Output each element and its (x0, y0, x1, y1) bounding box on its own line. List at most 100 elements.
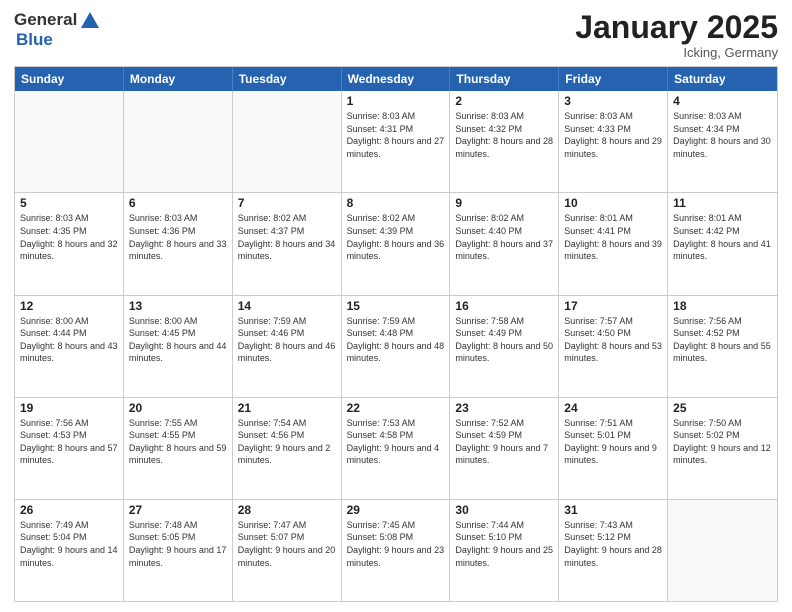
cell-sunset: Sunset: 4:55 PM (129, 429, 227, 442)
col-thursday: Thursday (450, 67, 559, 91)
day-number: 30 (455, 503, 553, 517)
day-number: 10 (564, 196, 662, 210)
day-cell-14: 14 Sunrise: 7:59 AM Sunset: 4:46 PM Dayl… (233, 296, 342, 397)
header: General Blue January 2025 Icking, German… (14, 10, 778, 60)
day-number: 7 (238, 196, 336, 210)
cell-sunrise: Sunrise: 8:03 AM (129, 212, 227, 225)
cell-sunrise: Sunrise: 8:03 AM (455, 110, 553, 123)
cell-daylight-label: Daylight: 9 hours and 12 minutes. (673, 442, 772, 467)
cell-sunset: Sunset: 5:12 PM (564, 531, 662, 544)
day-number: 17 (564, 299, 662, 313)
day-number: 29 (347, 503, 445, 517)
cell-sunrise: Sunrise: 8:02 AM (347, 212, 445, 225)
cell-sunrise: Sunrise: 7:52 AM (455, 417, 553, 430)
day-number: 24 (564, 401, 662, 415)
cell-sunset: Sunset: 4:58 PM (347, 429, 445, 442)
cell-sunset: Sunset: 4:42 PM (673, 225, 772, 238)
cell-daylight-label: Daylight: 8 hours and 43 minutes. (20, 340, 118, 365)
cell-daylight-label: Daylight: 8 hours and 57 minutes. (20, 442, 118, 467)
day-cell-12: 12 Sunrise: 8:00 AM Sunset: 4:44 PM Dayl… (15, 296, 124, 397)
cell-daylight-label: Daylight: 8 hours and 41 minutes. (673, 238, 772, 263)
cal-row-3: 12 Sunrise: 8:00 AM Sunset: 4:44 PM Dayl… (15, 295, 777, 397)
cell-sunset: Sunset: 4:46 PM (238, 327, 336, 340)
cell-sunset: Sunset: 4:50 PM (564, 327, 662, 340)
day-number: 14 (238, 299, 336, 313)
day-number: 31 (564, 503, 662, 517)
cell-sunrise: Sunrise: 8:03 AM (20, 212, 118, 225)
day-cell-30: 30 Sunrise: 7:44 AM Sunset: 5:10 PM Dayl… (450, 500, 559, 601)
cell-daylight-label: Daylight: 8 hours and 36 minutes. (347, 238, 445, 263)
cell-sunset: Sunset: 5:04 PM (20, 531, 118, 544)
cell-sunrise: Sunrise: 7:59 AM (347, 315, 445, 328)
day-number: 15 (347, 299, 445, 313)
cell-daylight-label: Daylight: 8 hours and 46 minutes. (238, 340, 336, 365)
cell-daylight-label: Daylight: 8 hours and 33 minutes. (129, 238, 227, 263)
cell-sunrise: Sunrise: 8:03 AM (673, 110, 772, 123)
cell-daylight-label: Daylight: 9 hours and 9 minutes. (564, 442, 662, 467)
col-wednesday: Wednesday (342, 67, 451, 91)
cal-row-4: 19 Sunrise: 7:56 AM Sunset: 4:53 PM Dayl… (15, 397, 777, 499)
col-saturday: Saturday (668, 67, 777, 91)
cell-sunrise: Sunrise: 7:56 AM (20, 417, 118, 430)
day-number: 11 (673, 196, 772, 210)
month-title: January 2025 (575, 10, 778, 45)
day-cell-31: 31 Sunrise: 7:43 AM Sunset: 5:12 PM Dayl… (559, 500, 668, 601)
day-number: 26 (20, 503, 118, 517)
cell-sunrise: Sunrise: 8:03 AM (347, 110, 445, 123)
day-number: 3 (564, 94, 662, 108)
cell-sunrise: Sunrise: 8:00 AM (129, 315, 227, 328)
cell-sunrise: Sunrise: 7:44 AM (455, 519, 553, 532)
cell-daylight-label: Daylight: 8 hours and 44 minutes. (129, 340, 227, 365)
cell-sunset: Sunset: 4:44 PM (20, 327, 118, 340)
day-number: 12 (20, 299, 118, 313)
day-number: 6 (129, 196, 227, 210)
cell-sunrise: Sunrise: 8:00 AM (20, 315, 118, 328)
cell-sunrise: Sunrise: 8:02 AM (238, 212, 336, 225)
col-sunday: Sunday (15, 67, 124, 91)
cell-sunset: Sunset: 4:31 PM (347, 123, 445, 136)
cell-sunrise: Sunrise: 7:56 AM (673, 315, 772, 328)
day-cell-17: 17 Sunrise: 7:57 AM Sunset: 4:50 PM Dayl… (559, 296, 668, 397)
cell-daylight-label: Daylight: 9 hours and 17 minutes. (129, 544, 227, 569)
cell-sunrise: Sunrise: 7:47 AM (238, 519, 336, 532)
cell-daylight-label: Daylight: 9 hours and 7 minutes. (455, 442, 553, 467)
day-cell-23: 23 Sunrise: 7:52 AM Sunset: 4:59 PM Dayl… (450, 398, 559, 499)
cell-sunrise: Sunrise: 7:48 AM (129, 519, 227, 532)
col-friday: Friday (559, 67, 668, 91)
day-number: 2 (455, 94, 553, 108)
cell-sunrise: Sunrise: 8:03 AM (564, 110, 662, 123)
cell-sunset: Sunset: 5:10 PM (455, 531, 553, 544)
empty-cell (15, 91, 124, 192)
cell-daylight-label: Daylight: 8 hours and 59 minutes. (129, 442, 227, 467)
cell-sunset: Sunset: 4:33 PM (564, 123, 662, 136)
cell-daylight-label: Daylight: 9 hours and 14 minutes. (20, 544, 118, 569)
cell-sunrise: Sunrise: 7:55 AM (129, 417, 227, 430)
cell-daylight-label: Daylight: 8 hours and 29 minutes. (564, 135, 662, 160)
cell-daylight-label: Daylight: 8 hours and 28 minutes. (455, 135, 553, 160)
cell-sunset: Sunset: 5:08 PM (347, 531, 445, 544)
logo: General Blue (14, 10, 103, 50)
cal-row-5: 26 Sunrise: 7:49 AM Sunset: 5:04 PM Dayl… (15, 499, 777, 601)
day-cell-20: 20 Sunrise: 7:55 AM Sunset: 4:55 PM Dayl… (124, 398, 233, 499)
cell-sunset: Sunset: 4:45 PM (129, 327, 227, 340)
day-cell-7: 7 Sunrise: 8:02 AM Sunset: 4:37 PM Dayli… (233, 193, 342, 294)
logo-icon (79, 10, 101, 30)
calendar-body: 1 Sunrise: 8:03 AM Sunset: 4:31 PM Dayli… (15, 91, 777, 601)
day-number: 27 (129, 503, 227, 517)
day-number: 16 (455, 299, 553, 313)
empty-cell (233, 91, 342, 192)
cell-daylight-label: Daylight: 9 hours and 20 minutes. (238, 544, 336, 569)
day-cell-28: 28 Sunrise: 7:47 AM Sunset: 5:07 PM Dayl… (233, 500, 342, 601)
cell-daylight-label: Daylight: 9 hours and 28 minutes. (564, 544, 662, 569)
cell-sunrise: Sunrise: 8:02 AM (455, 212, 553, 225)
cell-sunset: Sunset: 4:49 PM (455, 327, 553, 340)
cell-sunset: Sunset: 4:41 PM (564, 225, 662, 238)
day-number: 28 (238, 503, 336, 517)
day-number: 1 (347, 94, 445, 108)
day-cell-16: 16 Sunrise: 7:58 AM Sunset: 4:49 PM Dayl… (450, 296, 559, 397)
day-cell-25: 25 Sunrise: 7:50 AM Sunset: 5:02 PM Dayl… (668, 398, 777, 499)
cell-sunrise: Sunrise: 7:49 AM (20, 519, 118, 532)
cell-sunset: Sunset: 5:01 PM (564, 429, 662, 442)
day-cell-26: 26 Sunrise: 7:49 AM Sunset: 5:04 PM Dayl… (15, 500, 124, 601)
cell-sunset: Sunset: 4:48 PM (347, 327, 445, 340)
